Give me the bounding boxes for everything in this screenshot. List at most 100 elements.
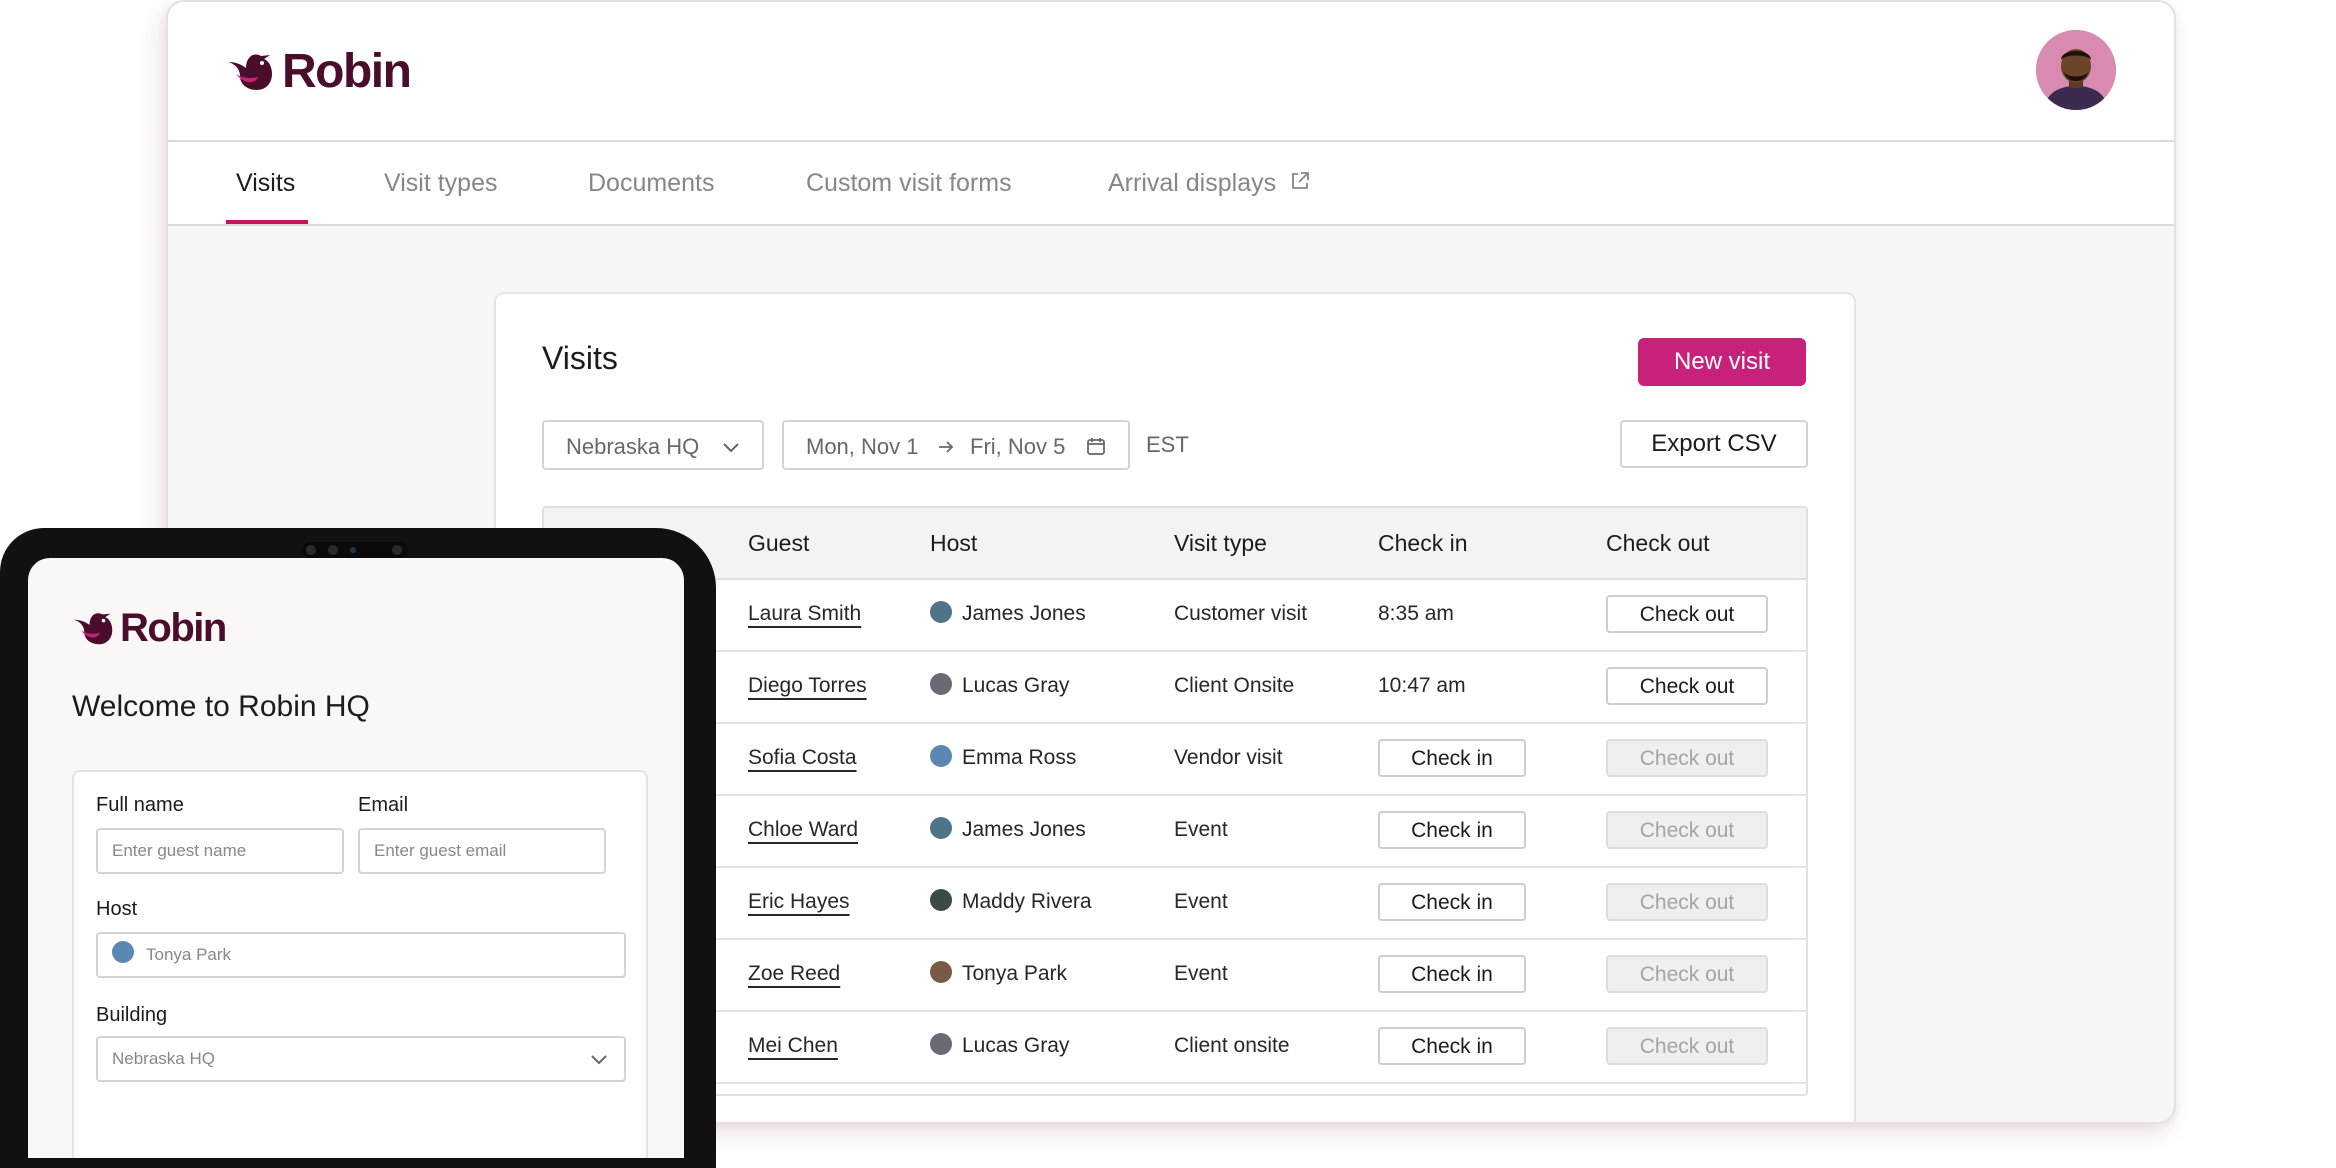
date-end: Fri, Nov 5 xyxy=(970,434,1066,459)
guest-link[interactable]: Eric Hayes xyxy=(748,866,850,938)
table-row: Diego Torres Lucas Gray Client Onsite 10… xyxy=(544,650,1806,724)
visits-table: Guest Host Visit type Check in Check out… xyxy=(542,506,1808,1096)
guest-link[interactable]: Diego Torres xyxy=(748,650,867,722)
host-cell: Tonya Park xyxy=(930,938,1067,1010)
host-avatar xyxy=(930,673,952,696)
host-avatar xyxy=(930,1033,952,1056)
guest-link[interactable]: Mei Chen xyxy=(748,1010,838,1082)
host-name: James Jones xyxy=(962,602,1086,625)
host-input[interactable]: Tonya Park xyxy=(96,932,626,978)
host-avatar xyxy=(930,889,952,912)
check-in-button[interactable]: Check in xyxy=(1378,883,1526,921)
chevron-down-icon xyxy=(591,1055,607,1065)
guest-link[interactable]: Zoe Reed xyxy=(748,938,840,1010)
robin-logo[interactable]: Robin xyxy=(226,45,412,98)
building-select-value: Nebraska HQ xyxy=(112,1049,215,1068)
host-name: Tonya Park xyxy=(962,962,1068,985)
timezone-label: EST xyxy=(1146,432,1189,457)
check-in-button[interactable]: Check in xyxy=(1378,811,1526,849)
tab-visits[interactable]: Visits xyxy=(236,142,295,224)
host-cell: Emma Ross xyxy=(930,722,1076,794)
tab-arrival-displays[interactable]: Arrival displays xyxy=(1108,142,1310,224)
host-name: Lucas Gray xyxy=(962,1034,1070,1057)
top-bar: Robin xyxy=(168,2,2174,142)
table-row: Eric Hayes Maddy Rivera Event Check in C… xyxy=(544,866,1806,940)
brand-name: Robin xyxy=(282,45,412,98)
table-header: Guest Host Visit type Check in Check out xyxy=(544,508,1806,580)
table-row: Sofia Costa Emma Ross Vendor visit Check… xyxy=(544,722,1806,796)
visit-type: Event xyxy=(1174,818,1228,841)
bird-logo-icon xyxy=(228,54,272,90)
check-in-button[interactable]: Check in xyxy=(1378,739,1526,777)
host-name: Emma Ross xyxy=(962,746,1077,769)
check-out-button[interactable]: Check out xyxy=(1606,1027,1768,1065)
tablet-brand-name: Robin xyxy=(120,606,227,650)
host-label: Host xyxy=(96,898,138,920)
welcome-heading: Welcome to Robin HQ xyxy=(72,690,370,723)
visit-type: Vendor visit xyxy=(1174,746,1283,769)
col-check-in: Check in xyxy=(1378,530,1468,556)
host-avatar xyxy=(930,745,952,768)
host-input-value: Tonya Park xyxy=(146,945,232,964)
chevron-down-icon xyxy=(723,443,739,453)
calendar-icon xyxy=(1087,438,1105,455)
check-out-button[interactable]: Check out xyxy=(1606,811,1768,849)
host-avatar xyxy=(930,817,952,840)
check-out-button[interactable]: Check out xyxy=(1606,667,1768,705)
host-cell: James Jones xyxy=(930,794,1086,866)
guest-link[interactable]: Sofia Costa xyxy=(748,722,857,794)
check-in-button[interactable]: Check in xyxy=(1378,1027,1526,1065)
host-cell: James Jones xyxy=(930,578,1086,650)
col-guest: Guest xyxy=(748,530,810,556)
tablet-screen: Robin Welcome to Robin HQ Full name Ente… xyxy=(28,558,684,1158)
nav-tabs: Visits Visit types Documents Custom visi… xyxy=(168,142,2174,226)
email-label: Email xyxy=(358,794,409,816)
tablet-camera xyxy=(302,542,408,558)
table-row: Zoe Reed Tonya Park Event Check in Check… xyxy=(544,938,1806,1012)
bird-logo-icon xyxy=(73,612,113,644)
col-visit-type: Visit type xyxy=(1174,530,1267,556)
tab-custom-visit-forms[interactable]: Custom visit forms xyxy=(806,142,1012,224)
col-host: Host xyxy=(930,530,978,556)
active-tab-indicator xyxy=(226,220,308,224)
visit-type: Event xyxy=(1174,962,1228,985)
check-out-button[interactable]: Check out xyxy=(1606,595,1768,633)
tab-documents[interactable]: Documents xyxy=(588,142,714,224)
host-name: Lucas Gray xyxy=(962,674,1070,697)
guest-link[interactable]: Chloe Ward xyxy=(748,794,858,866)
check-in-button[interactable]: Check in xyxy=(1378,955,1526,993)
col-check-out: Check out xyxy=(1606,530,1710,556)
host-name: James Jones xyxy=(962,818,1086,841)
email-input[interactable]: Enter guest email xyxy=(358,828,606,874)
user-avatar[interactable] xyxy=(2036,30,2116,110)
table-row: Chloe Ward James Jones Event Check in Ch… xyxy=(544,794,1806,868)
visit-type: Customer visit xyxy=(1174,602,1308,625)
check-out-button[interactable]: Check out xyxy=(1606,739,1768,777)
visit-type: Client Onsite xyxy=(1174,674,1295,697)
export-csv-button[interactable]: Export CSV xyxy=(1620,420,1808,468)
new-visit-button[interactable]: New visit xyxy=(1638,338,1806,386)
external-link-icon xyxy=(1292,172,1310,189)
full-name-input[interactable]: Enter guest name xyxy=(96,828,344,874)
check-out-button[interactable]: Check out xyxy=(1606,955,1768,993)
location-select[interactable]: Nebraska HQ xyxy=(542,420,764,470)
user-avatar-icon xyxy=(2036,30,2116,110)
date-start: Mon, Nov 1 xyxy=(806,434,919,459)
check-in-time: 8:35 am xyxy=(1378,602,1454,625)
location-select-value: Nebraska HQ xyxy=(566,434,700,459)
visit-type: Event xyxy=(1174,890,1228,913)
tab-visit-types[interactable]: Visit types xyxy=(384,142,497,224)
guest-link[interactable]: Laura Smith xyxy=(748,578,861,650)
building-label: Building xyxy=(96,1004,168,1026)
host-avatar xyxy=(112,941,134,963)
building-select[interactable]: Nebraska HQ xyxy=(96,1036,626,1082)
tablet-device: Robin Welcome to Robin HQ Full name Ente… xyxy=(0,528,716,1168)
check-in-time: 10:47 am xyxy=(1378,674,1466,697)
page-title: Visits xyxy=(542,340,618,376)
guest-form: Full name Enter guest name Email Enter g… xyxy=(72,770,648,1158)
tablet-robin-logo: Robin xyxy=(72,606,227,650)
tab-arrival-displays-label: Arrival displays xyxy=(1108,169,1277,197)
host-cell: Maddy Rivera xyxy=(930,866,1092,938)
check-out-button[interactable]: Check out xyxy=(1606,883,1768,921)
date-range-picker[interactable]: Mon, Nov 1 Fri, Nov 5 xyxy=(782,420,1130,470)
